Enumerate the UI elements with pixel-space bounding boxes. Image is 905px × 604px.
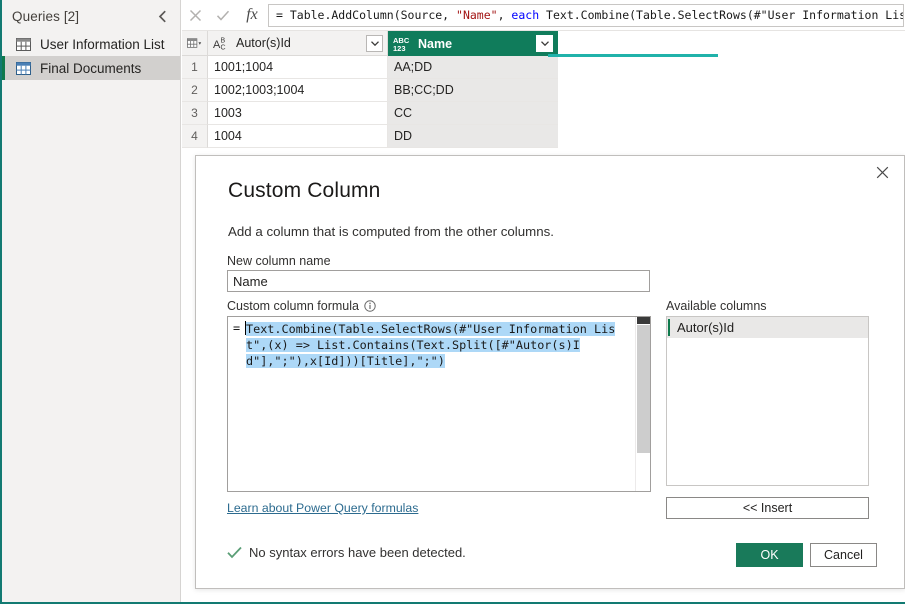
table-cell[interactable]: 1004 — [208, 125, 388, 148]
table-cell[interactable]: 1002;1003;1004 — [208, 79, 388, 102]
formula-token-code: Text.Combine(Table.SelectRows(#"User Inf… — [546, 8, 903, 22]
scrollbar-up-cap[interactable] — [637, 317, 650, 324]
new-column-name-input[interactable] — [227, 270, 650, 292]
new-column-name-label: New column name — [227, 254, 331, 268]
table-icon — [16, 61, 31, 75]
formula-token-code: = Table.AddColumn(Source, — [276, 8, 457, 22]
chevron-down-icon[interactable] — [536, 35, 553, 52]
formula-bar-input[interactable]: = Table.AddColumn(Source, "Name", each T… — [268, 3, 904, 27]
scrollbar-thumb[interactable] — [637, 325, 650, 453]
chevron-down-icon[interactable] — [366, 35, 383, 52]
column-header-label: Autor(s)Id — [236, 36, 291, 50]
abc123-any-type-icon: ABC 123 — [393, 36, 410, 53]
svg-text:C: C — [221, 44, 226, 51]
formula-selected-text: Text.Combine(Table.SelectRows(#"User Inf… — [246, 322, 616, 368]
column-header-label: Name — [418, 36, 453, 51]
table-row[interactable]: 1 1001;1004 AA;DD — [182, 56, 905, 79]
formula-accept-checkmark-icon[interactable] — [209, 2, 236, 28]
table-cell[interactable]: DD — [388, 125, 558, 148]
sidebar-item-user-information-list[interactable]: User Information List — [2, 32, 180, 56]
status-message: No syntax errors have been detected. — [227, 545, 466, 560]
custom-column-formula-editor[interactable]: = Text.Combine(Table.SelectRows(#"User I… — [227, 316, 651, 492]
custom-column-formula-label: Custom column formula — [227, 299, 376, 313]
ok-button[interactable]: OK — [736, 543, 803, 567]
chevron-left-icon[interactable] — [153, 7, 171, 25]
table-row[interactable]: 4 1004 DD — [182, 125, 905, 148]
status-text: No syntax errors have been detected. — [249, 545, 466, 560]
insert-button[interactable]: << Insert — [666, 497, 869, 519]
data-preview-grid: A B C Autor(s)Id ABC 123 Name 1 1001;100… — [182, 31, 905, 148]
table-cell[interactable]: AA;DD — [388, 56, 558, 79]
checkmark-icon — [227, 546, 242, 559]
custom-column-formula-label-text: Custom column formula — [227, 299, 359, 313]
selected-column-underline — [548, 54, 718, 57]
table-icon — [16, 37, 31, 51]
power-query-editor-window: Queries [2] User Information List Final … — [0, 0, 905, 604]
formula-token-code: , — [497, 8, 512, 22]
abc-text-type-icon: A B C — [213, 37, 226, 51]
select-all-table-icon[interactable] — [182, 31, 208, 56]
sidebar-item-label: User Information List — [40, 36, 165, 52]
available-column-label: Autor(s)Id — [677, 320, 735, 335]
fx-icon: fx — [246, 6, 258, 23]
dialog-subtitle: Add a column that is computed from the o… — [228, 224, 554, 239]
formula-editor-text[interactable]: Text.Combine(Table.SelectRows(#"User Inf… — [246, 321, 626, 369]
queries-pane-title: Queries [2] — [12, 8, 80, 24]
formula-cancel-icon[interactable] — [182, 2, 209, 28]
formula-token-string: "Name" — [456, 8, 498, 22]
close-icon[interactable] — [861, 157, 903, 187]
column-header-autor-s-id[interactable]: A B C Autor(s)Id — [208, 31, 388, 56]
custom-column-dialog: Custom Column Add a column that is compu… — [195, 155, 905, 589]
table-row[interactable]: 2 1002;1003;1004 BB;CC;DD — [182, 79, 905, 102]
list-item[interactable]: Autor(s)Id — [667, 317, 868, 338]
row-number: 4 — [182, 125, 208, 148]
sidebar-item-label: Final Documents — [40, 60, 142, 76]
table-row[interactable]: 3 1003 CC — [182, 102, 905, 125]
formula-token-keyword: each — [511, 8, 540, 22]
formula-editor-scrollbar[interactable] — [635, 317, 650, 491]
table-cell[interactable]: CC — [388, 102, 558, 125]
table-cell[interactable]: 1003 — [208, 102, 388, 125]
cancel-button[interactable]: Cancel — [810, 543, 877, 567]
info-circle-icon[interactable] — [364, 300, 376, 312]
queries-pane-header: Queries [2] — [2, 0, 180, 32]
table-cell[interactable]: 1001;1004 — [208, 56, 388, 79]
svg-text:123: 123 — [393, 44, 406, 53]
column-header-name[interactable]: ABC 123 Name — [388, 31, 558, 56]
learn-about-power-query-formulas-link[interactable]: Learn about Power Query formulas — [227, 501, 418, 515]
available-columns-list[interactable]: Autor(s)Id — [666, 316, 869, 486]
table-cell[interactable]: BB;CC;DD — [388, 79, 558, 102]
available-columns-label: Available columns — [666, 299, 767, 313]
queries-pane: Queries [2] User Information List Final … — [0, 0, 181, 604]
row-number: 2 — [182, 79, 208, 102]
page-title: Custom Column — [228, 179, 381, 202]
row-number: 1 — [182, 56, 208, 79]
formula-equals-sign: = — [233, 321, 241, 335]
formula-bar: fx = Table.AddColumn(Source, "Name", eac… — [182, 0, 905, 31]
sidebar-item-final-documents[interactable]: Final Documents — [2, 56, 180, 80]
grid-header-row: A B C Autor(s)Id ABC 123 Name — [182, 31, 905, 56]
svg-text:B: B — [221, 37, 226, 44]
row-number: 3 — [182, 102, 208, 125]
